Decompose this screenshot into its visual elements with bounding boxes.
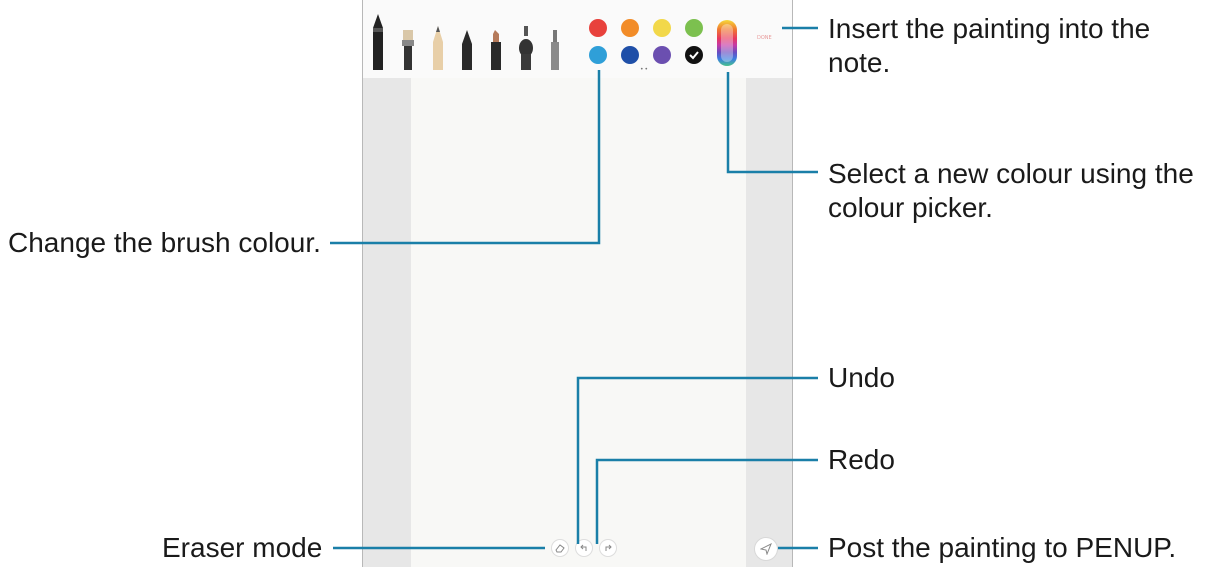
- line-brush-colour: [330, 70, 601, 245]
- callout-insert: Insert the painting into the note.: [828, 13, 1151, 78]
- callout-brush-colour: Change the brush colour.: [8, 227, 321, 258]
- callout-post: Post the painting to PENUP.: [828, 532, 1177, 563]
- callout-eraser: Eraser mode: [162, 532, 323, 563]
- line-picker: [726, 72, 818, 174]
- line-redo: [595, 458, 818, 544]
- callout-colour-picker: Select a new colour using the colour pic…: [828, 158, 1194, 223]
- callout-undo: Undo: [828, 362, 895, 393]
- callout-redo: Redo: [828, 444, 895, 475]
- callout-lines: [330, 26, 818, 550]
